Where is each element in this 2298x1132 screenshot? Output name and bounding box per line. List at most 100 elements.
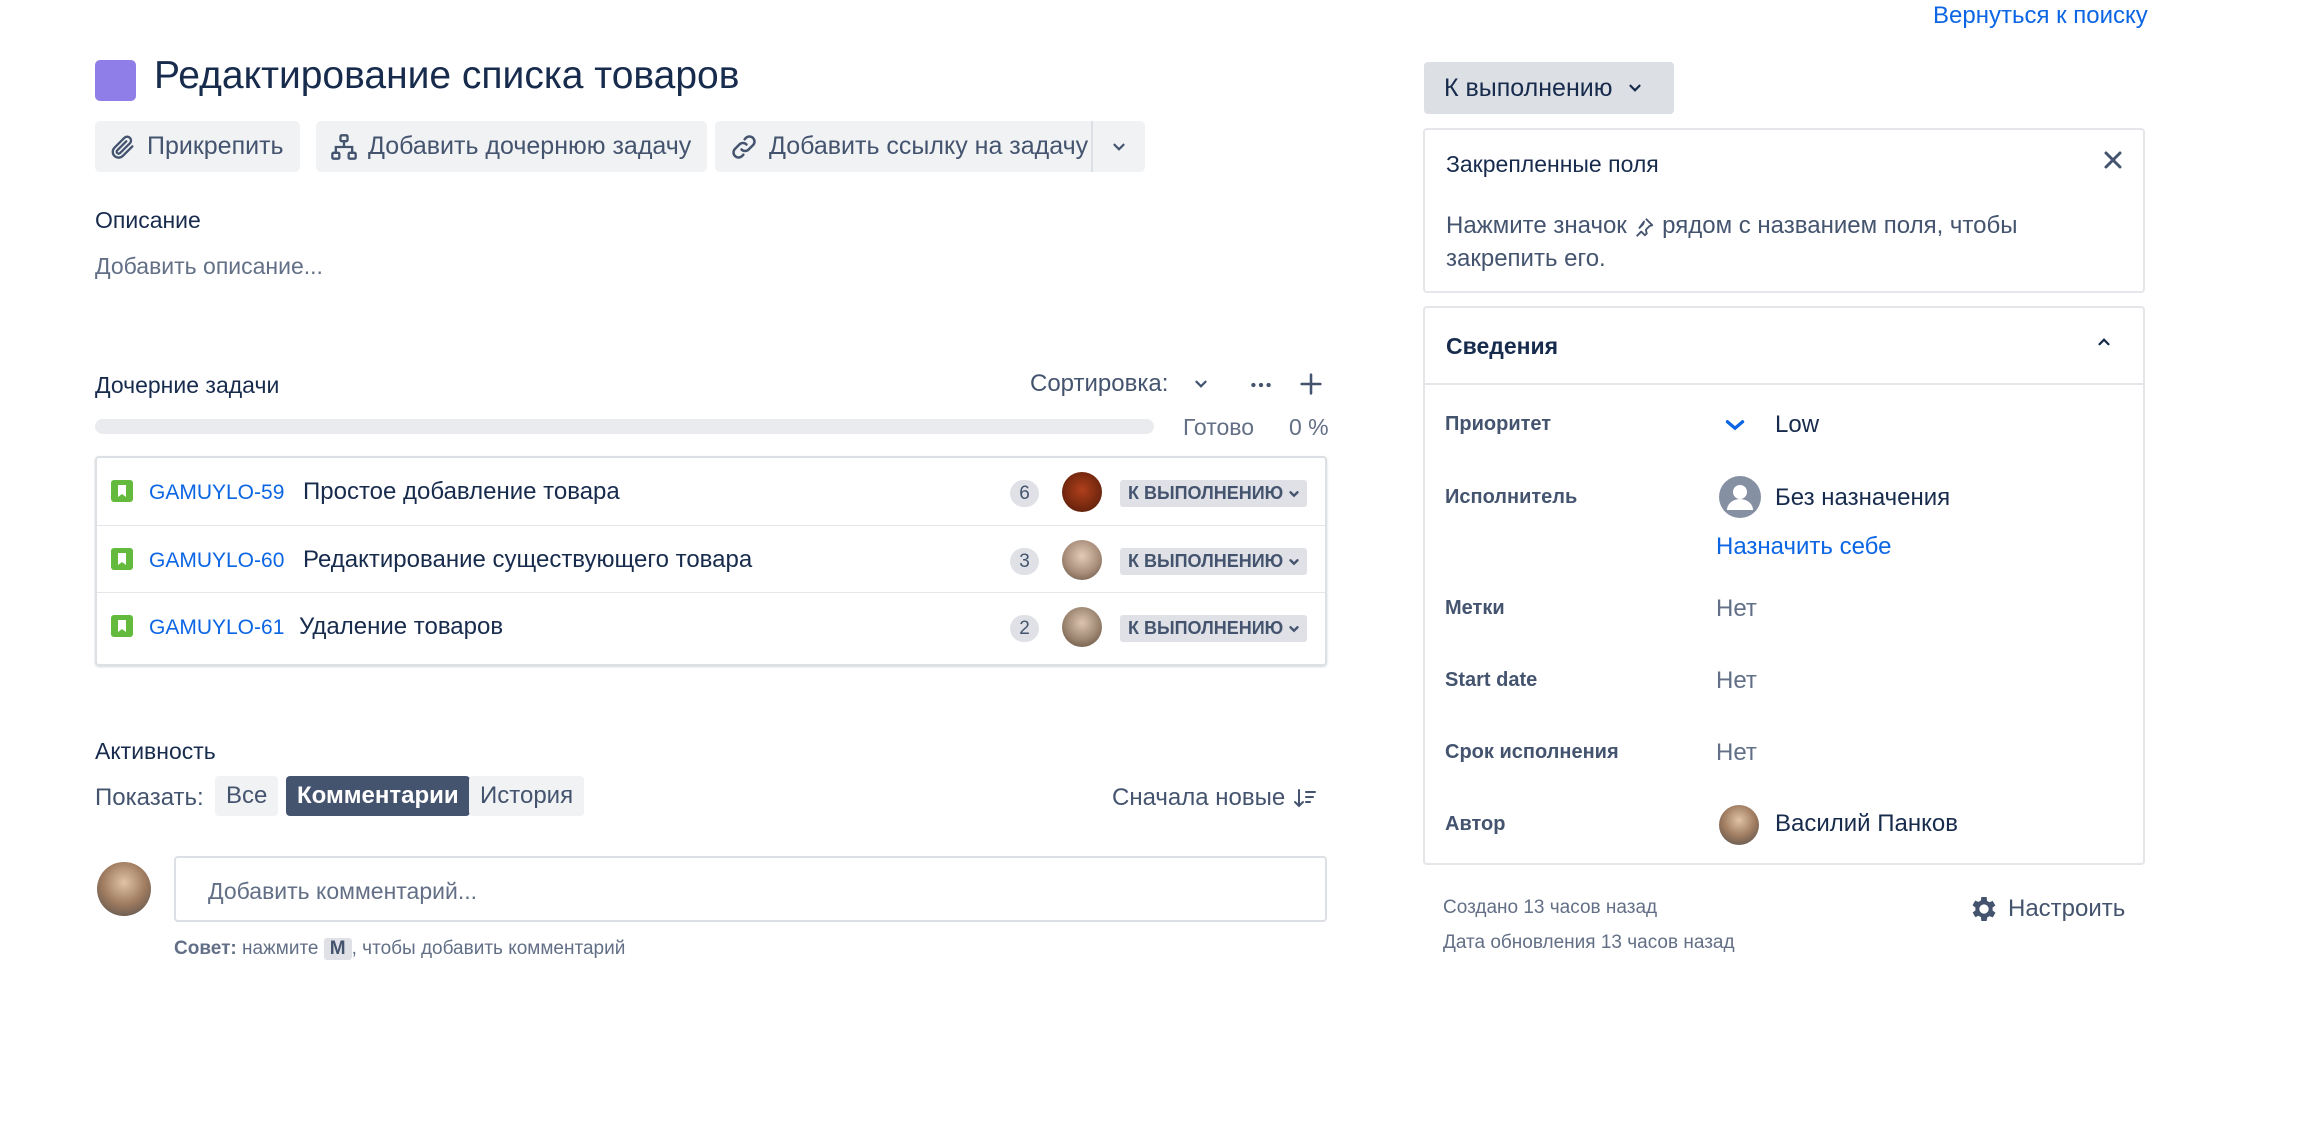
tip-bold: Совет: <box>174 938 237 959</box>
more-horizontal-icon <box>1248 372 1274 398</box>
gear-icon <box>1968 893 2000 925</box>
activity-sort-button[interactable]: Сначала новые <box>1112 784 1317 812</box>
filter-comments-button[interactable]: Комментарии <box>286 776 470 816</box>
count-badge: 2 <box>1010 615 1039 642</box>
add-link-label: Добавить ссылку на задачу <box>769 132 1089 160</box>
issue-key-link[interactable]: GAMUYLO-61 <box>149 616 284 640</box>
avatar[interactable] <box>1062 540 1102 580</box>
start-date-value[interactable]: Нет <box>1716 667 1757 695</box>
back-to-search-link[interactable]: Вернуться к поиску <box>1933 2 2148 30</box>
comment-input[interactable]: Добавить комментарий... <box>174 856 1327 922</box>
status-lozenge[interactable]: К ВЫПОЛНЕНИЮ <box>1120 548 1308 575</box>
reporter-label: Автор <box>1445 813 1506 835</box>
story-icon <box>111 480 133 502</box>
collapse-details-button[interactable] <box>2095 333 2113 351</box>
status-lozenge[interactable]: К ВЫПОЛНЕНИЮ <box>1120 480 1308 507</box>
count-badge: 3 <box>1010 548 1039 575</box>
chevron-down-icon <box>1287 487 1301 501</box>
sort-descending-icon <box>1293 786 1317 810</box>
chevron-down-icon <box>1192 375 1210 393</box>
more-actions-button[interactable] <box>1093 121 1145 172</box>
add-child-label: Добавить дочернюю задачу <box>368 132 692 160</box>
attach-label: Прикрепить <box>147 132 284 160</box>
comment-tip: Совет: нажмите M, чтобы добавить коммент… <box>174 938 625 960</box>
activity-heading: Активность <box>95 738 216 764</box>
add-issue-link-button[interactable]: Добавить ссылку на задачу <box>715 121 1105 172</box>
child-issues-more-button[interactable] <box>1248 372 1274 398</box>
priority-label: Приоритет <box>1445 413 1552 435</box>
done-label: Готово <box>1183 414 1255 440</box>
current-user-avatar <box>97 862 151 916</box>
assign-to-me-link[interactable]: Назначить себе <box>1716 533 1891 561</box>
status-label: К ВЫПОЛНЕНИЮ <box>1128 483 1284 503</box>
add-child-issue-plus-button[interactable] <box>1297 370 1325 398</box>
sort-label: Сортировка: <box>1030 370 1169 397</box>
issue-title[interactable]: Редактирование списка товаров <box>154 54 739 98</box>
details-divider <box>1425 383 2143 385</box>
shortcut-key: M <box>323 938 352 960</box>
details-title[interactable]: Сведения <box>1446 333 1558 360</box>
start-date-label: Start date <box>1445 669 1538 691</box>
status-dropdown-button[interactable]: К выполнению <box>1424 62 1674 114</box>
labels-label: Метки <box>1445 597 1505 619</box>
table-row[interactable]: GAMUYLO-60 Редактирование существующего … <box>97 525 1325 592</box>
close-pinned-button[interactable] <box>2101 148 2125 172</box>
avatar[interactable] <box>1062 472 1102 512</box>
filter-history-button[interactable]: История <box>469 776 585 816</box>
tip-after: , чтобы добавить комментарий <box>351 938 626 959</box>
issue-summary[interactable]: Простое добавление товара <box>303 478 620 506</box>
labels-value[interactable]: Нет <box>1716 595 1757 623</box>
close-icon <box>2101 148 2125 172</box>
created-text: Создано 13 часов назад <box>1443 897 1658 918</box>
table-row[interactable]: GAMUYLO-61 Удаление товаров 2 К ВЫПОЛНЕН… <box>97 592 1325 659</box>
issue-key-link[interactable]: GAMUYLO-60 <box>149 549 284 573</box>
link-icon <box>729 132 759 162</box>
chevron-down-icon <box>1626 79 1644 97</box>
count-badge: 6 <box>1010 480 1039 507</box>
pin-icon <box>1633 216 1655 238</box>
status-label: К ВЫПОЛНЕНИЮ <box>1128 618 1284 638</box>
pinned-fields-hint: Нажмите значок рядом с названием поля, ч… <box>1446 209 2017 275</box>
plus-icon <box>1297 370 1325 398</box>
issue-summary[interactable]: Удаление товаров <box>299 613 503 641</box>
table-row[interactable]: GAMUYLO-59 Простое добавление товара 6 К… <box>97 458 1325 525</box>
attach-button[interactable]: Прикрепить <box>95 121 300 172</box>
chevron-down-icon <box>1110 138 1128 156</box>
pinned-fields-title: Закрепленные поля <box>1446 151 1659 177</box>
assignee-label: Исполнитель <box>1445 486 1578 508</box>
description-placeholder[interactable]: Добавить описание... <box>95 253 323 280</box>
child-issues-table: GAMUYLO-59 Простое добавление товара 6 К… <box>95 456 1327 666</box>
story-icon <box>111 615 133 637</box>
filter-all-button[interactable]: Все <box>215 776 279 816</box>
updated-text: Дата обновления 13 часов назад <box>1443 932 1735 953</box>
assignee-value[interactable]: Без назначения <box>1775 484 1950 512</box>
configure-button[interactable]: Настроить <box>1968 893 2125 925</box>
priority-low-icon <box>1722 412 1748 438</box>
status-lozenge[interactable]: К ВЫПОЛНЕНИЮ <box>1120 615 1308 642</box>
description-heading: Описание <box>95 207 201 233</box>
issue-summary[interactable]: Редактирование существующего товара <box>303 546 752 574</box>
chevron-up-icon <box>2095 333 2113 351</box>
chevron-down-icon <box>1287 555 1301 569</box>
reporter-avatar <box>1719 805 1759 845</box>
add-child-issue-button[interactable]: Добавить дочернюю задачу <box>316 121 708 172</box>
status-button-label: К выполнению <box>1444 73 1613 102</box>
reporter-value[interactable]: Василий Панков <box>1775 810 1958 838</box>
activity-sort-label: Сначала новые <box>1112 784 1286 811</box>
priority-value[interactable]: Low <box>1775 411 1819 439</box>
pinned-hint-after: рядом с названием поля, чтобы <box>1662 212 2018 239</box>
pinned-hint-before: Нажмите значок <box>1446 212 1627 239</box>
child-progress-bar <box>95 419 1154 434</box>
status-label: К ВЫПОЛНЕНИЮ <box>1128 551 1284 571</box>
hierarchy-icon <box>330 133 358 161</box>
done-percent: 0 % <box>1289 414 1329 440</box>
tip-before: нажмите <box>242 938 319 959</box>
unassigned-avatar-icon <box>1719 476 1761 518</box>
details-panel <box>1423 306 2145 865</box>
issue-key-link[interactable]: GAMUYLO-59 <box>149 481 284 505</box>
due-date-value[interactable]: Нет <box>1716 739 1757 767</box>
show-label: Показать: <box>95 784 204 811</box>
paperclip-icon <box>109 133 137 161</box>
sort-control[interactable]: Сортировка: <box>1030 370 1210 398</box>
avatar[interactable] <box>1062 607 1102 647</box>
